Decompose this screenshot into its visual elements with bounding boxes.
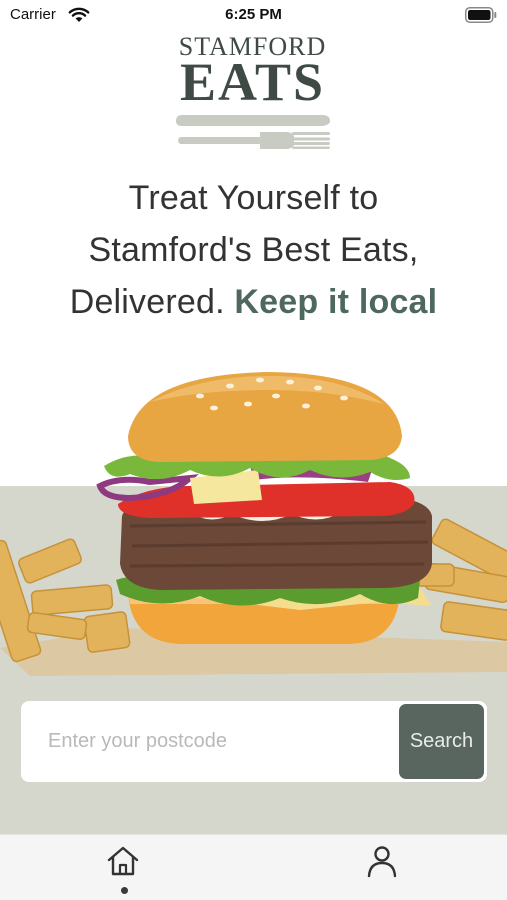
tab-home[interactable] [105,843,145,893]
headline: Treat Yourself to Stamford's Best Eats, … [0,172,507,328]
status-bar: Carrier 6:25 PM [0,0,507,30]
burger-and-fries-photo [0,372,507,676]
user-icon [367,846,397,878]
logo-line-2: EATS [179,52,326,112]
brand-logo: STAMFORD EATS [160,34,345,156]
tab-bar [0,834,507,900]
postcode-search-form: Search [21,701,487,782]
search-button[interactable]: Search [399,704,484,779]
postcode-input[interactable] [21,701,397,782]
status-time: 6:25 PM [225,6,282,23]
headline-line-3: Delivered. Keep it local [0,276,507,328]
headline-delivered: Delivered. [69,283,225,321]
cutlery-icon [176,115,330,149]
headline-line-2: Stamford's Best Eats, [88,231,419,269]
headline-line-1: Treat Yourself to [128,179,379,217]
tab-selected-indicator [121,887,128,894]
home-icon [107,846,139,876]
headline-tagline: Keep it local [234,283,438,321]
battery-icon [465,7,497,23]
tab-profile[interactable] [364,843,404,893]
